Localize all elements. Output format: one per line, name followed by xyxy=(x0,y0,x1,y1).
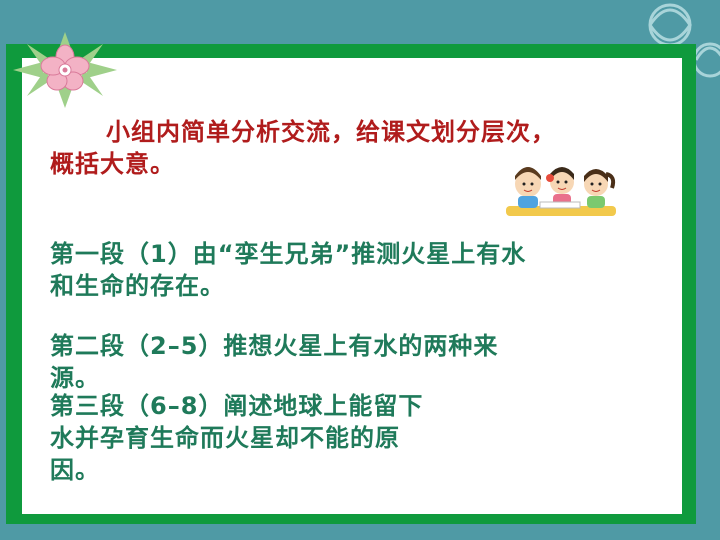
para1-line-1: 第一段（1）由“孪生兄弟”推测火星上有水 xyxy=(50,240,527,268)
paragraph-2: 第二段（2–5）推想火星上有水的两种来 源。 xyxy=(50,330,660,394)
para2-line-2: 源。 xyxy=(50,364,100,392)
intro-line-2: 概括大意。 xyxy=(50,150,175,178)
children-reading-icon xyxy=(506,167,616,216)
intro-line-1: 小组内简单分析交流，给课文划分层次， xyxy=(106,118,556,146)
flower-icon xyxy=(13,32,117,108)
para3-line-3: 因。 xyxy=(50,456,100,484)
paragraph-3: 第三段（6–8）阐述地球上能留下 水并孕育生命而火星却不能的原 因。 xyxy=(50,390,530,486)
para3-line-2: 水并孕育生命而火星却不能的原 xyxy=(50,424,400,452)
para2-line-1: 第二段（2–5）推想火星上有水的两种来 xyxy=(50,332,499,360)
para3-line-1: 第三段（6–8）阐述地球上能留下 xyxy=(50,392,424,420)
paragraph-1: 第一段（1）由“孪生兄弟”推测火星上有水 和生命的存在。 xyxy=(50,238,660,302)
para1-line-2: 和生命的存在。 xyxy=(50,272,225,300)
